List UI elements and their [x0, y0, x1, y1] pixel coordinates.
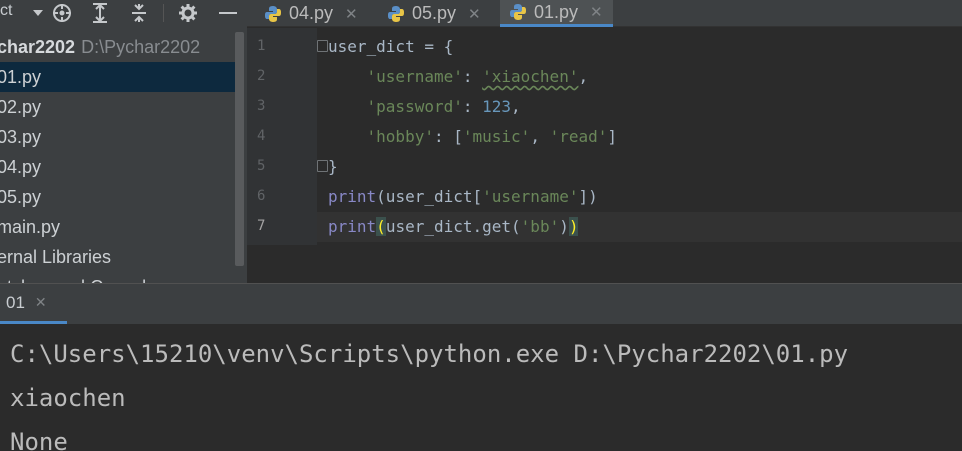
line-number: 6: [257, 188, 266, 204]
tree-file-04[interactable]: 04.py: [0, 152, 235, 182]
fold-icon[interactable]: [317, 160, 328, 172]
code-line-3: 'password': 123,: [366, 97, 521, 116]
root-folder-path: D:\Pychar2202: [81, 37, 201, 57]
python-file-icon: [388, 5, 404, 22]
expand-all-icon[interactable]: [88, 3, 112, 23]
project-toolbar: ct: [0, 0, 247, 27]
line-number: 3: [257, 98, 266, 114]
run-tab[interactable]: 01 ✕: [0, 284, 67, 324]
tab-04-py[interactable]: 04.py ✕: [264, 0, 358, 27]
line-number: 2: [257, 68, 266, 84]
tree-file-02[interactable]: 02.py: [0, 92, 235, 122]
tree-external-libraries[interactable]: ernal Libraries: [0, 242, 235, 272]
console-line: C:\Users\15210\venv\Scripts\python.exe D…: [10, 340, 849, 368]
project-view-title[interactable]: ct: [0, 2, 12, 20]
project-tree: char2202 D:\Pychar2202 01.py 02.py 03.py …: [0, 32, 235, 283]
run-panel: 01 ✕ C:\Users\15210\venv\Scripts\python.…: [0, 283, 962, 451]
root-folder-name: char2202: [0, 37, 76, 57]
code-line-2: 'username': 'xiaochen',: [366, 67, 589, 86]
line-number: 5: [257, 158, 266, 174]
python-file-icon: [265, 5, 281, 22]
line-number: 1: [257, 38, 266, 54]
tree-file-03[interactable]: 03.py: [0, 122, 235, 152]
close-icon[interactable]: ✕: [35, 294, 47, 311]
run-panel-header: 01 ✕: [0, 284, 962, 324]
minimize-icon[interactable]: [216, 3, 240, 23]
tree-file-05[interactable]: 05.py: [0, 182, 235, 212]
editor-tab-bar: 04.py ✕ 05.py ✕ 01.py ✕: [247, 0, 962, 27]
line-gutter: 1 2 3 4 5 6 7: [247, 28, 317, 245]
tab-05-py[interactable]: 05.py ✕: [387, 0, 481, 27]
console-line: None: [10, 428, 68, 451]
code-line-1: user_dict = {: [328, 37, 454, 56]
tab-01-py[interactable]: 01.py ✕: [500, 0, 613, 27]
code-line-7: print(user_dict.get('bb')): [328, 217, 579, 236]
close-icon[interactable]: ✕: [468, 5, 481, 23]
code-line-5: }: [328, 157, 338, 176]
python-file-icon: [510, 4, 526, 20]
tree-root[interactable]: char2202 D:\Pychar2202: [0, 32, 235, 62]
run-tab-label: 01: [6, 292, 25, 312]
tab-label: 01.py: [534, 1, 579, 22]
console-line: xiaochen: [10, 384, 126, 412]
console-output[interactable]: C:\Users\15210\venv\Scripts\python.exe D…: [10, 332, 848, 451]
tree-file-01[interactable]: 01.py: [0, 62, 235, 92]
close-icon[interactable]: ✕: [345, 5, 358, 23]
line-number: 7: [257, 218, 266, 234]
collapse-all-icon[interactable]: [127, 3, 151, 23]
code-line-6: print(user_dict['username']): [328, 187, 598, 206]
gear-icon[interactable]: [176, 3, 200, 23]
toolbar-divider: [163, 4, 164, 22]
project-panel: ct char2202 D:\Pychar2202 01.py 02.py 03.…: [0, 0, 247, 283]
tree-scratches[interactable]: atches and Consoles: [0, 272, 235, 283]
close-icon[interactable]: ✕: [590, 3, 603, 21]
line-number: 4: [257, 128, 266, 144]
code-editor[interactable]: 1 2 3 4 5 6 7 user_dict = { 'username': …: [247, 28, 962, 283]
caret-down-icon[interactable]: [30, 3, 46, 23]
fold-icon[interactable]: [317, 40, 328, 52]
project-scrollbar[interactable]: [235, 32, 244, 266]
crosshair-icon[interactable]: [50, 3, 74, 23]
tab-label: 05.py: [412, 3, 457, 23]
tab-label: 04.py: [289, 3, 334, 23]
code-line-4: 'hobby': ['music', 'read']: [366, 127, 618, 146]
tree-file-main[interactable]: main.py: [0, 212, 235, 242]
